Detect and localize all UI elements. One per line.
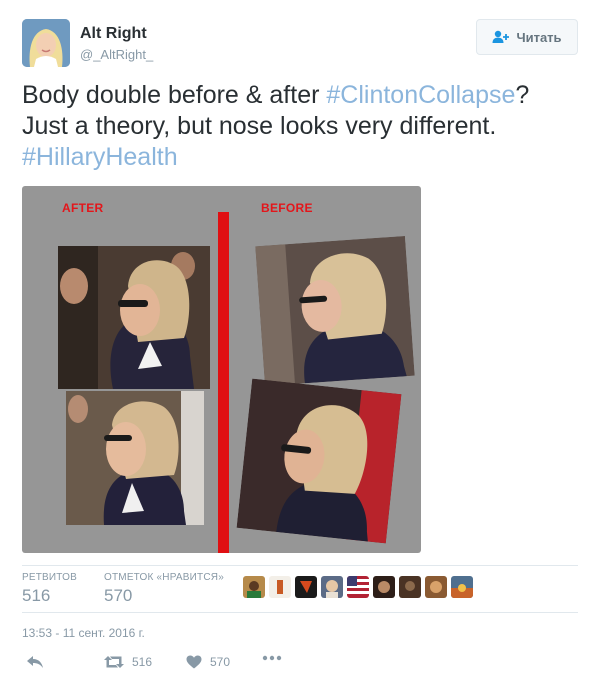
follow-button-label: Читать: [516, 29, 562, 45]
retweet-icon: [104, 656, 124, 668]
tweet-stats: РЕТВИТОВ 516 ОТМЕТОК «НРАВИТСЯ» 570: [22, 565, 578, 613]
like-icon: [186, 655, 202, 669]
label-after: AFTER: [62, 201, 104, 215]
before-photo-top: [255, 235, 415, 387]
tweet-text-part: ?: [515, 81, 530, 109]
retweets-label: РЕТВИТОВ: [22, 572, 78, 583]
more-button[interactable]: [262, 655, 282, 661]
tweet-timestamp[interactable]: 13:53 - 11 сент. 2016 г.: [22, 626, 145, 640]
like-button[interactable]: 570: [186, 655, 230, 669]
label-before: BEFORE: [261, 201, 313, 215]
avatar-image: [22, 19, 70, 67]
user-handle[interactable]: @_AltRight_: [80, 47, 153, 62]
reply-button[interactable]: [26, 655, 44, 669]
avatar[interactable]: [22, 19, 70, 67]
tweet-line-1: Body double before & after #ClintonColla…: [22, 80, 582, 111]
follow-icon: [492, 30, 510, 43]
liker-avatars: [243, 576, 473, 598]
tweet-actions: 516 570: [22, 655, 322, 677]
liker-avatar[interactable]: [347, 576, 369, 598]
tweet-line-2: Just a theory, but nose looks very diffe…: [22, 112, 497, 140]
retweet-count: 516: [132, 655, 153, 669]
tweet-header: Alt Right @_AltRight_ Читать: [22, 16, 578, 68]
liker-avatar[interactable]: [321, 576, 343, 598]
before-photo-bottom: [236, 378, 402, 544]
more-icon: [262, 655, 282, 661]
liker-avatar[interactable]: [399, 576, 421, 598]
hashtag-hillary-health[interactable]: #HillaryHealth: [22, 142, 582, 173]
hashtag-clinton-collapse[interactable]: #ClintonCollapse: [326, 81, 515, 109]
display-name[interactable]: Alt Right: [80, 25, 147, 43]
reply-icon: [27, 656, 43, 668]
like-count: 570: [210, 655, 231, 669]
likes-label: ОТМЕТОК «НРАВИТСЯ»: [104, 572, 224, 583]
retweets-stat[interactable]: РЕТВИТОВ 516: [22, 572, 77, 606]
red-divider: [218, 212, 229, 553]
retweets-value: 516: [22, 586, 51, 605]
after-photo-top: [58, 246, 210, 389]
liker-avatar[interactable]: [243, 576, 265, 598]
likes-value: 570: [104, 586, 133, 605]
likes-stat[interactable]: ОТМЕТОК «НРАВИТСЯ» 570: [104, 572, 224, 606]
liker-avatar[interactable]: [295, 576, 317, 598]
retweet-button[interactable]: 516: [104, 655, 152, 669]
liker-avatar[interactable]: [269, 576, 291, 598]
liker-avatar[interactable]: [425, 576, 447, 598]
tweet-text-part: Body double before & after: [22, 81, 327, 109]
tweet-text: Body double before & after #ClintonColla…: [22, 80, 582, 173]
after-photo-bottom: [66, 391, 204, 525]
tweet-media[interactable]: AFTER BEFORE: [22, 186, 421, 553]
liker-avatar[interactable]: [373, 576, 395, 598]
liker-avatar[interactable]: [451, 576, 473, 598]
follow-button[interactable]: Читать: [476, 19, 578, 55]
